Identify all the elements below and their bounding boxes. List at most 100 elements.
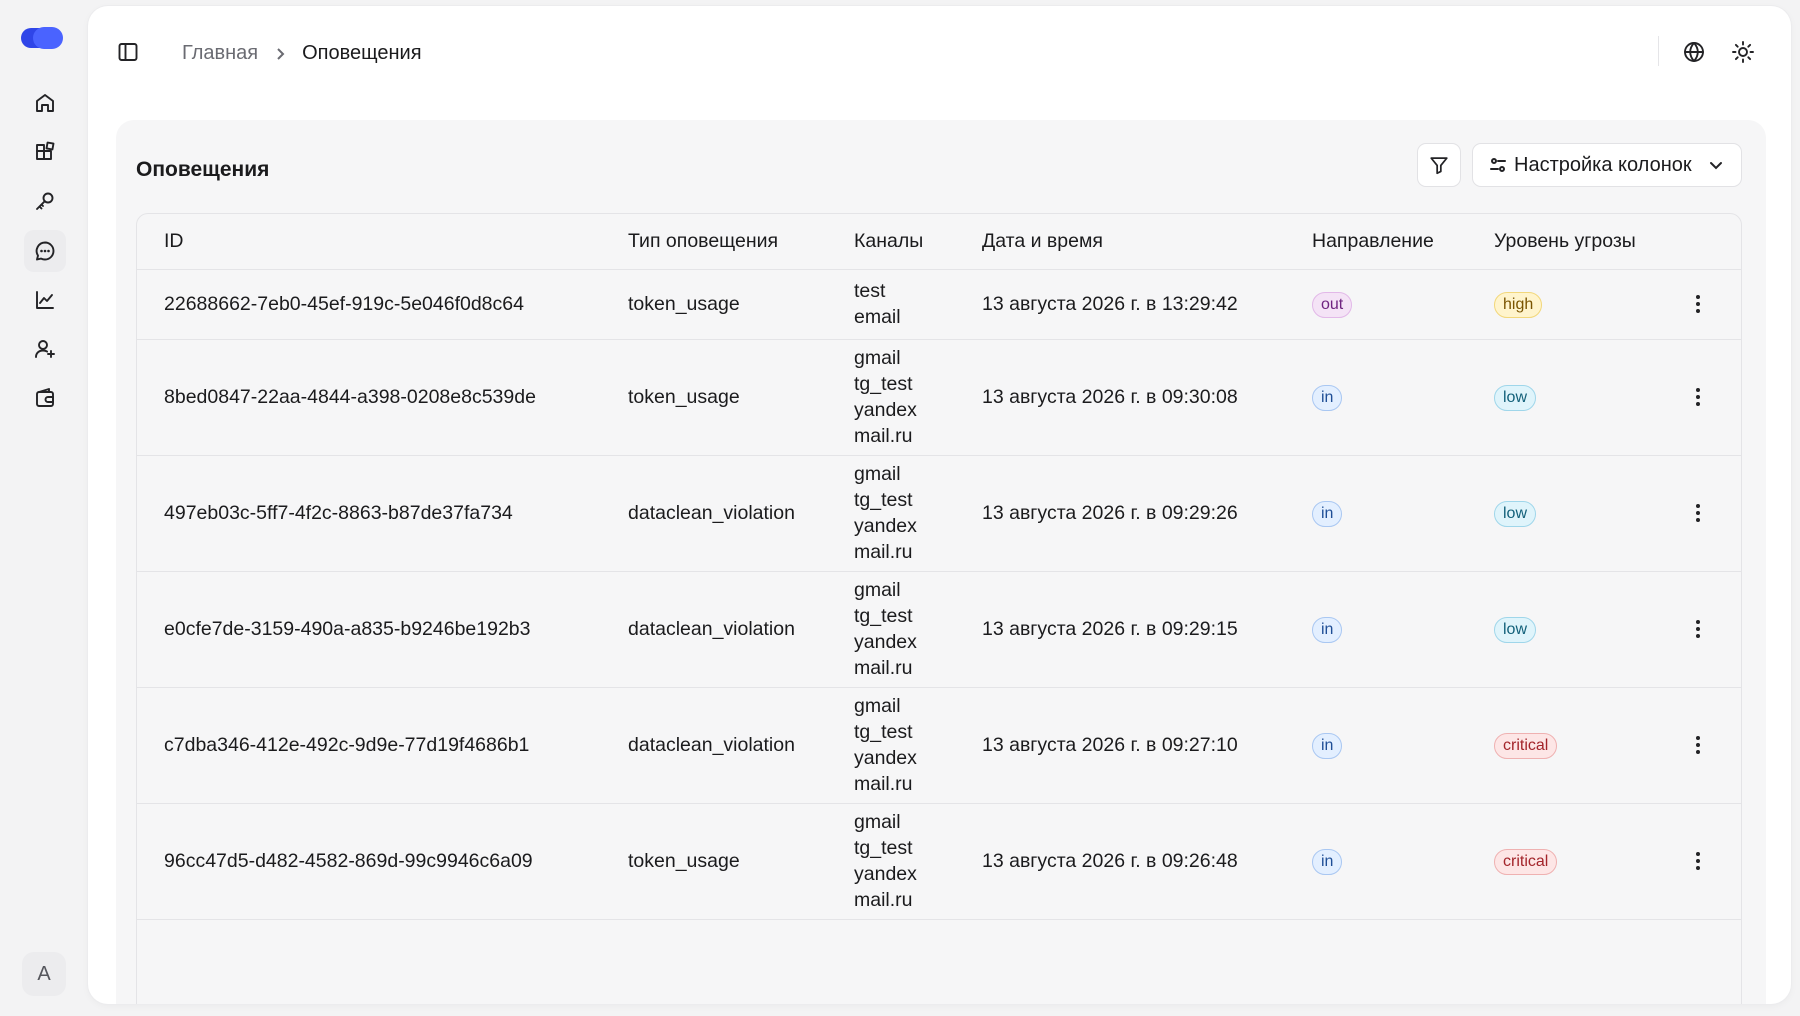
header-datetime[interactable]: Дата и время (955, 214, 1285, 270)
row-actions-button[interactable] (1684, 499, 1712, 527)
more-vertical-icon (1696, 852, 1700, 870)
header-threat-level[interactable]: Уровень угрозы (1467, 214, 1657, 270)
breadcrumb: Главная Оповещения (182, 42, 422, 65)
nav-blocks[interactable] (24, 131, 66, 173)
threat-badge: low (1494, 501, 1537, 527)
globe-icon (1684, 42, 1704, 62)
channel-item: gmail (854, 463, 901, 485)
nav-users[interactable] (24, 328, 66, 370)
logo-icon[interactable] (21, 25, 65, 51)
table-row[interactable]: 497eb03c-5ff7-4f2c-8863-b87de37fa734 data… (137, 455, 1741, 572)
more-vertical-icon (1696, 736, 1700, 754)
cell-threat-level: low (1467, 455, 1657, 572)
cell-alert-type: token_usage (601, 269, 827, 340)
chevron-right-icon (272, 46, 288, 62)
more-vertical-icon (1696, 620, 1700, 638)
direction-badge: in (1312, 385, 1343, 411)
channel-item: gmail (854, 347, 901, 369)
channel-item: mail.ru (854, 773, 913, 795)
nav-analytics[interactable] (24, 279, 66, 321)
chart-line-icon (36, 291, 54, 309)
header-channels[interactable]: Каналы (827, 214, 955, 270)
table-row[interactable]: c7dba346-412e-492c-9d9e-77d19f4686b1 data… (137, 687, 1741, 804)
threat-badge: low (1494, 617, 1537, 643)
sidebar-toggle-button[interactable] (112, 36, 144, 68)
alerts-table: ID Тип оповещения Каналы Дата и время Направ… (136, 213, 1742, 1004)
channel-item: email (854, 306, 901, 328)
user-avatar[interactable]: A (22, 952, 66, 996)
theme-toggle-button[interactable] (1727, 36, 1759, 68)
table-row[interactable]: e0cfe7de-3159-490a-a835-b9246be192b3 data… (137, 571, 1741, 688)
icon-rail: A (0, 0, 88, 1016)
row-actions-button[interactable] (1684, 847, 1712, 875)
table-row[interactable]: 22688662-7eb0-45ef-919c-5e046f0d8c64 toke… (137, 269, 1741, 340)
breadcrumb-home-link[interactable]: Главная (182, 42, 258, 65)
row-actions-button[interactable] (1684, 290, 1712, 318)
channel-item: tg_test (854, 489, 913, 511)
cell-datetime: 13 августа 2026 г. в 09:30:08 (955, 339, 1285, 456)
header-alert-type[interactable]: Тип оповещения (601, 214, 827, 270)
column-settings-label: Настройка колонок (1514, 153, 1692, 176)
row-actions-button[interactable] (1684, 731, 1712, 759)
row-actions-button[interactable] (1684, 615, 1712, 643)
sidebar-toggle-icon (118, 43, 138, 61)
sliders-icon (1490, 158, 1506, 172)
cell-actions (1657, 687, 1741, 804)
row-actions-button[interactable] (1684, 383, 1712, 411)
cell-id: 96cc47d5-d482-4582-869d-99c9946c6a09 (137, 803, 601, 920)
filter-button[interactable] (1417, 143, 1461, 187)
channel-item: tg_test (854, 605, 913, 627)
header-direction[interactable]: Направление (1285, 214, 1467, 270)
header-id[interactable]: ID (137, 214, 601, 270)
cell-direction: in (1285, 339, 1467, 456)
key-icon (36, 192, 54, 210)
language-button[interactable] (1678, 36, 1710, 68)
cell-threat-level: critical (1467, 803, 1657, 920)
main-content: Главная Оповещения Оповещения Настройка … (88, 6, 1791, 1004)
table-body: 22688662-7eb0-45ef-919c-5e046f0d8c64 toke… (137, 269, 1741, 920)
more-vertical-icon (1696, 388, 1700, 406)
direction-badge: out (1312, 292, 1353, 318)
alerts-panel: Оповещения Настройка колонок ID Тип опове… (116, 120, 1766, 1004)
nav-home[interactable] (24, 82, 66, 124)
more-vertical-icon (1696, 295, 1700, 313)
cell-alert-type: dataclean_violation (601, 687, 827, 804)
wallet-icon (36, 388, 54, 407)
filter-icon (1430, 157, 1448, 175)
nav-keys[interactable] (24, 180, 66, 222)
channel-item: test (854, 280, 886, 302)
direction-badge: in (1312, 617, 1343, 643)
cell-datetime: 13 августа 2026 г. в 13:29:42 (955, 269, 1285, 340)
panel-title: Оповещения (136, 158, 270, 181)
cell-threat-level: low (1467, 571, 1657, 688)
cell-channels: gmail tg_test yandex mail.ru (827, 339, 955, 456)
threat-badge: high (1494, 292, 1543, 318)
channel-item: gmail (854, 579, 901, 601)
message-icon (35, 241, 55, 261)
cell-channels: gmail tg_test yandex mail.ru (827, 687, 955, 804)
threat-badge: critical (1494, 849, 1558, 875)
threat-badge: critical (1494, 733, 1558, 759)
direction-badge: in (1312, 849, 1343, 875)
cell-actions (1657, 803, 1741, 920)
cell-datetime: 13 августа 2026 г. в 09:27:10 (955, 687, 1285, 804)
channel-item: mail.ru (854, 889, 913, 911)
table-row[interactable]: 8bed0847-22aa-4844-a398-0208e8c539de toke… (137, 339, 1741, 456)
cell-threat-level: high (1467, 269, 1657, 340)
cell-direction: in (1285, 455, 1467, 572)
table-row[interactable]: 96cc47d5-d482-4582-869d-99c9946c6a09 toke… (137, 803, 1741, 920)
channel-item: tg_test (854, 721, 913, 743)
nav-billing[interactable] (24, 377, 66, 419)
threat-badge: low (1494, 385, 1537, 411)
chevron-down-icon (1709, 162, 1722, 170)
cell-threat-level: low (1467, 339, 1657, 456)
direction-badge: in (1312, 501, 1343, 527)
channel-item: yandex (854, 747, 917, 769)
cell-channels: gmail tg_test yandex mail.ru (827, 455, 955, 572)
cell-actions (1657, 571, 1741, 688)
column-settings-button[interactable]: Настройка колонок (1472, 143, 1742, 187)
nav-messages[interactable] (24, 230, 66, 272)
cell-direction: in (1285, 803, 1467, 920)
blocks-icon (36, 141, 55, 160)
cell-actions (1657, 339, 1741, 456)
